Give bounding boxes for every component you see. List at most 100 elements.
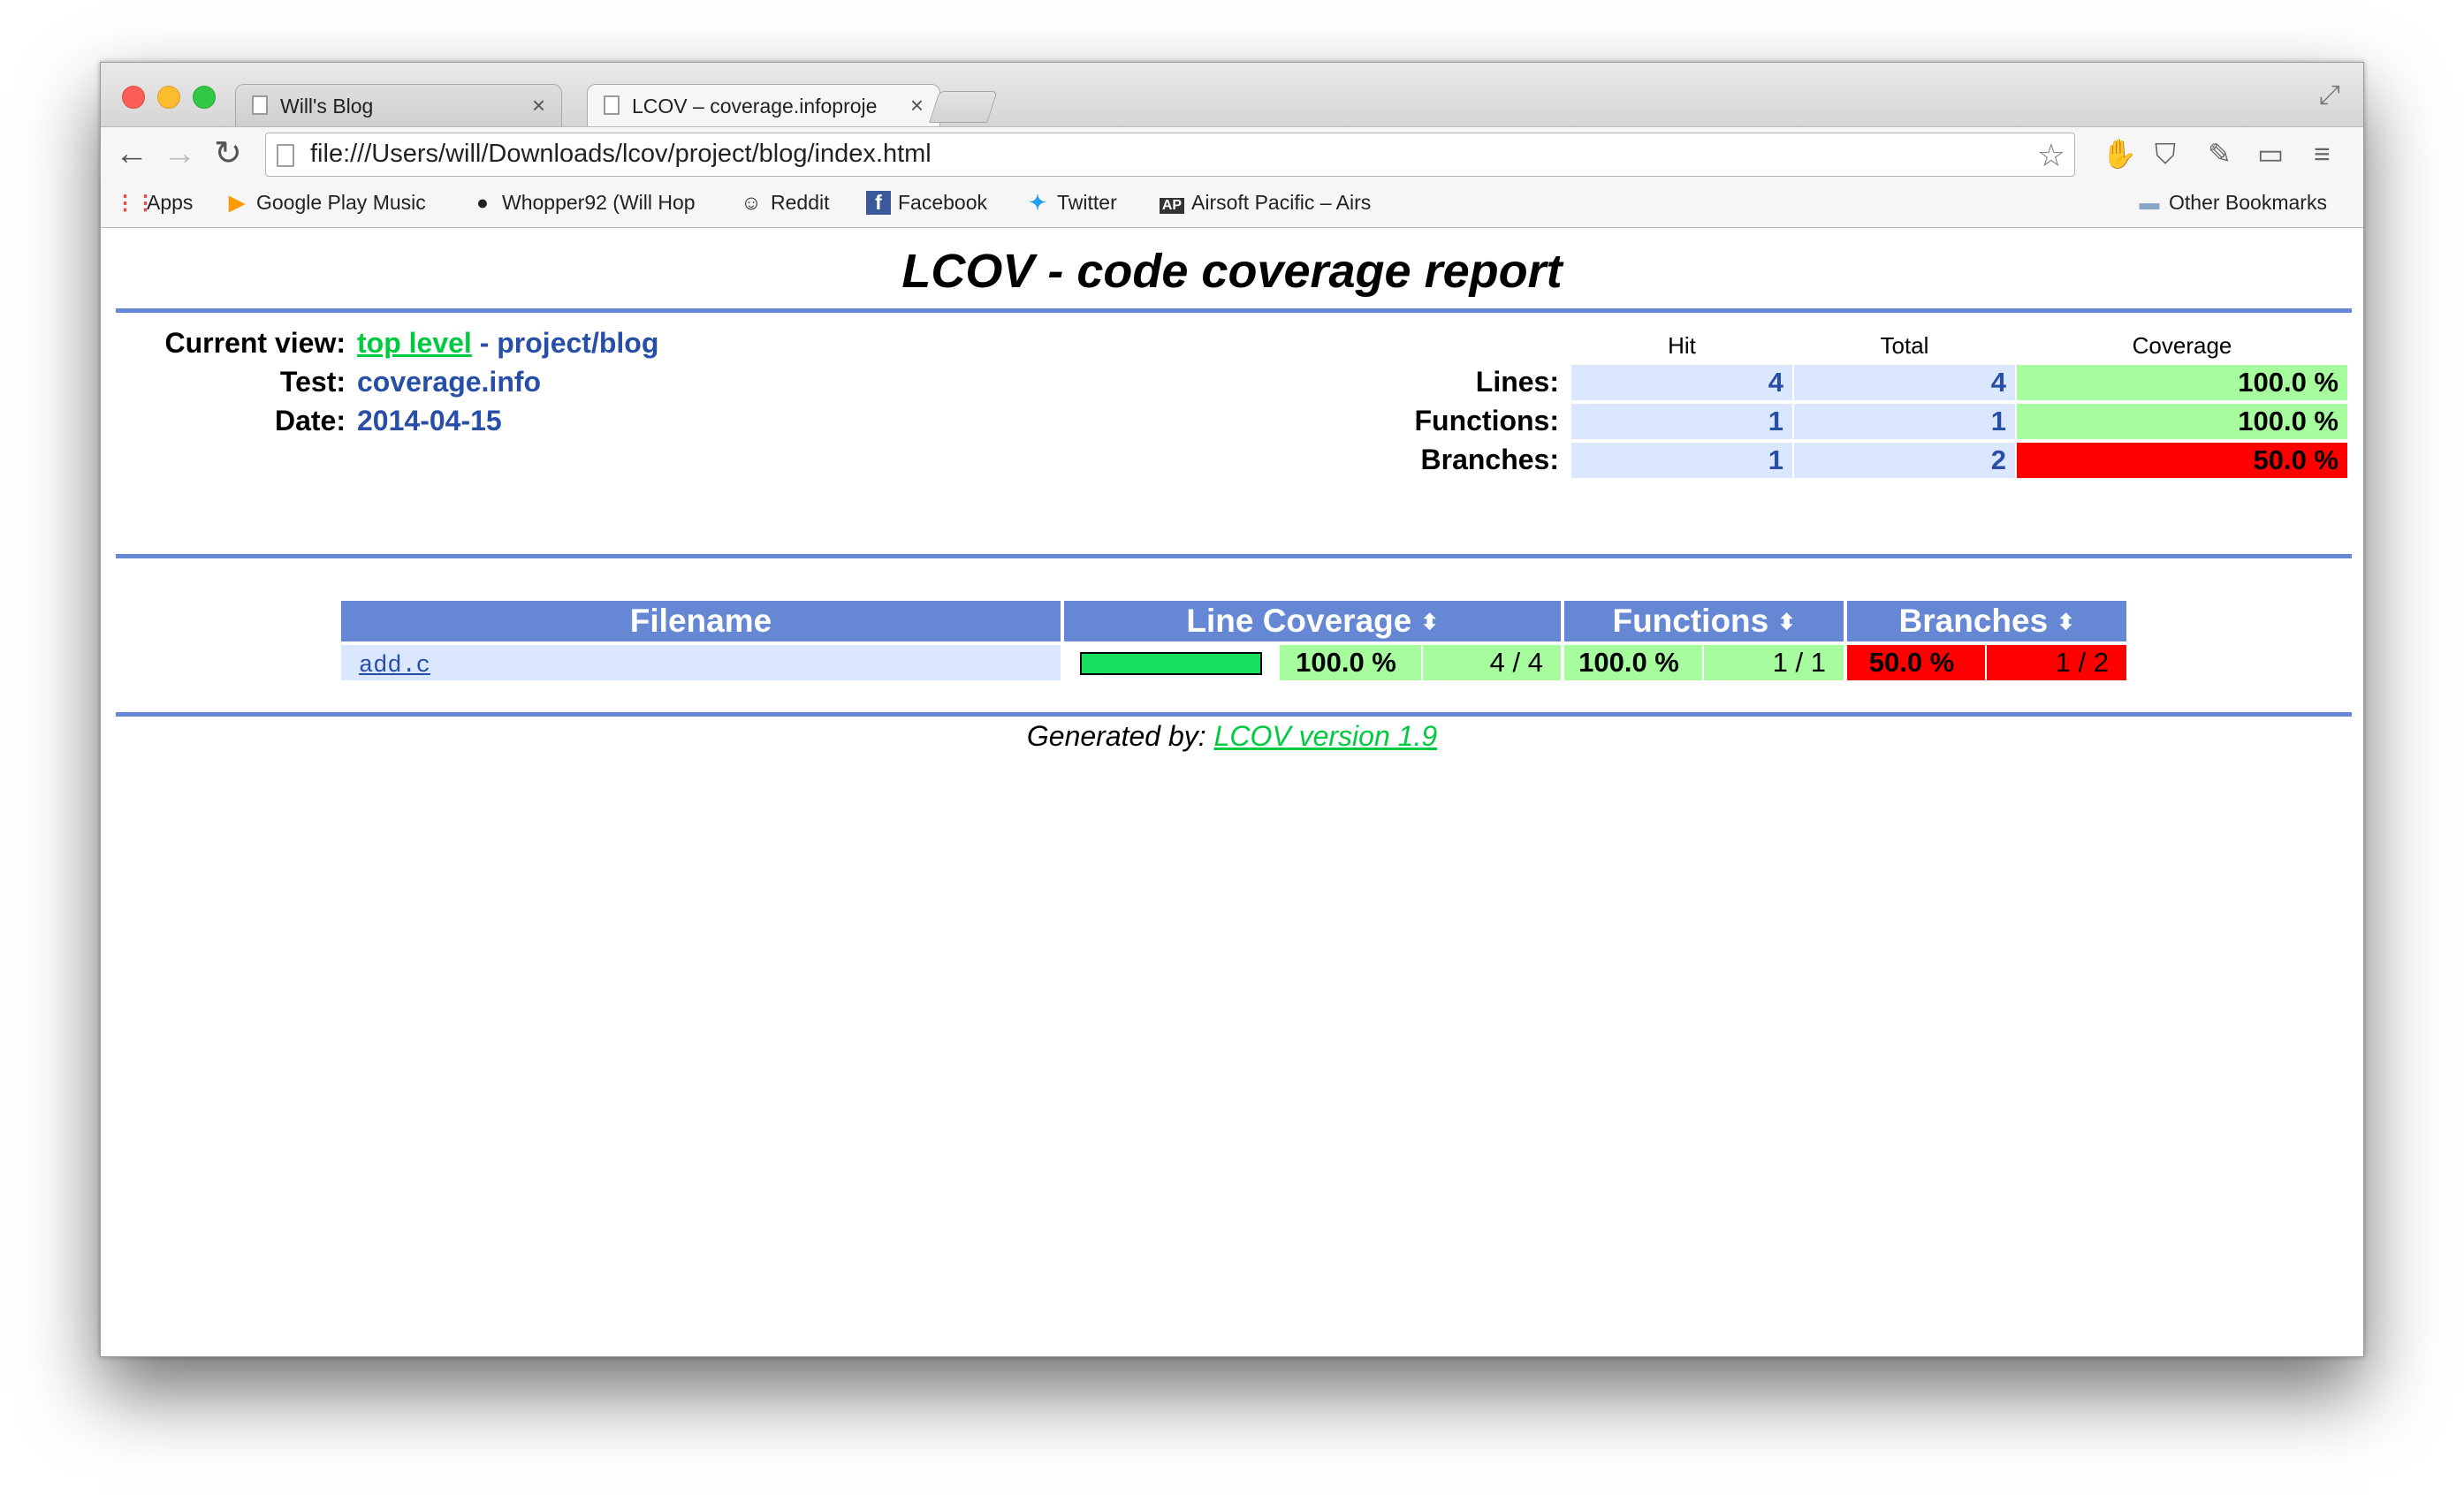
bookmarks-bar: ⋮⋮Apps ▶ Google Play Music ● Whopper92 (Wi… (101, 183, 2363, 228)
bottom-ruler (116, 712, 2352, 717)
functions-label: Functions: (1414, 405, 1559, 436)
branches-header-label: Branches (1898, 603, 2049, 639)
bookmark-twitter[interactable]: ✦ Twitter (1025, 191, 1117, 215)
pocket-icon[interactable]: ⛉ (2155, 138, 2176, 170)
adblock-icon[interactable]: ✋ (2102, 138, 2137, 170)
functions-header[interactable]: Functions ⬍ (1564, 601, 1844, 641)
page-icon (277, 144, 294, 167)
bookmark-google-play-music[interactable]: ▶ Google Play Music (224, 191, 426, 215)
bookmark-facebook[interactable]: f Facebook (866, 191, 987, 215)
functions-total: 1 (1794, 404, 2015, 439)
filename-header: Filename (341, 601, 1061, 641)
bookmark-label: Apps (147, 191, 194, 214)
total-header: Total (1880, 332, 1929, 359)
tab-title: LCOV – coverage.infoproje (632, 95, 878, 118)
bookmark-star-icon[interactable]: ☆ (2037, 137, 2065, 174)
bookmark-reddit[interactable]: ☺ Reddit (739, 191, 829, 215)
browser-toolbar: ← → ↻ file:///Users/will/Downloads/lcov/… (101, 126, 2363, 184)
apps-grid-icon: ⋮⋮ (115, 191, 156, 214)
tab-close-icon[interactable]: × (910, 92, 924, 119)
lcov-version-link[interactable]: LCOV version 1.9 (1214, 720, 1438, 752)
tab-title: Will's Blog (280, 95, 374, 118)
address-bar[interactable]: file:///Users/will/Downloads/lcov/projec… (265, 133, 2075, 177)
window-minimize-button[interactable] (157, 86, 180, 109)
bookmark-apps[interactable]: ⋮⋮Apps (115, 191, 193, 215)
airsoft-icon: AP (1160, 198, 1184, 214)
file-link-add-c[interactable]: add.c (359, 653, 430, 679)
bookmark-label: Google Play Music (256, 191, 426, 214)
bookmark-label: Reddit (771, 191, 830, 214)
middle-ruler (116, 554, 2352, 558)
line-coverage-bar-fill (1082, 654, 1260, 673)
branches-total: 2 (1794, 443, 2015, 478)
evernote-icon[interactable]: ✎ (2208, 138, 2232, 170)
table-row-filename: add.c (341, 645, 1061, 680)
bookmark-label: Twitter (1057, 191, 1117, 214)
test-label: Test: (279, 366, 346, 398)
tab-lcov[interactable]: LCOV – coverage.infoproje × (587, 84, 940, 126)
forward-arrow-icon[interactable]: → (163, 136, 196, 171)
branches-header[interactable]: Branches ⬍ (1847, 601, 2126, 641)
sort-icon[interactable]: ⬍ (1421, 612, 1439, 634)
functions-percent: 100.0 % (1564, 645, 1702, 680)
line-coverage-header[interactable]: Line Coverage ⬍ (1064, 601, 1561, 641)
github-icon: ● (476, 191, 489, 214)
folder-icon: ▬ (2139, 191, 2160, 214)
line-coverage-header-label: Line Coverage (1186, 603, 1412, 639)
line-coverage-percent: 100.0 % (1280, 645, 1421, 680)
fullscreen-icon[interactable]: ⤢ (2319, 80, 2340, 110)
branches-percent: 50.0 % (1847, 645, 1985, 680)
url-text[interactable]: file:///Users/will/Downloads/lcov/projec… (310, 140, 932, 169)
test-value: coverage.info (357, 366, 542, 398)
reload-icon[interactable]: ↻ (214, 136, 242, 171)
tab-wills-blog[interactable]: Will's Blog × (235, 84, 562, 126)
play-icon: ▶ (229, 191, 245, 214)
lines-label: Lines: (1475, 366, 1559, 398)
current-view-value: top level - project/blog (357, 327, 658, 360)
lines-coverage: 100.0 % (2017, 365, 2347, 400)
document-icon (252, 95, 268, 115)
footer-prefix: Generated by: (1026, 720, 1214, 752)
functions-header-label: Functions (1612, 603, 1769, 639)
coverage-header: Coverage (2132, 332, 2232, 359)
path-separator: - (471, 327, 498, 359)
functions-hit: 1 (1571, 404, 1792, 439)
bookmark-label: Other Bookmarks (2169, 191, 2327, 214)
window-close-button[interactable] (122, 86, 145, 109)
hit-header: Hit (1668, 332, 1696, 359)
functions-count: 1 / 1 (1704, 645, 1844, 680)
document-icon (604, 95, 620, 115)
cast-icon[interactable]: ▭ (2257, 138, 2284, 170)
branches-count: 1 / 2 (1987, 645, 2126, 680)
new-tab-button[interactable] (929, 91, 998, 123)
branches-coverage: 50.0 % (2017, 443, 2347, 478)
line-coverage-count: 4 / 4 (1423, 645, 1561, 680)
bookmark-airsoft-pacific[interactable]: AP Airsoft Pacific – Airs (1160, 191, 1398, 215)
sort-icon[interactable]: ⬍ (1778, 612, 1796, 634)
bookmark-label: Airsoft Pacific – Airs (1191, 191, 1372, 214)
footer: Generated by: LCOV version 1.9 (101, 720, 2363, 753)
window-zoom-button[interactable] (193, 86, 216, 109)
date-label: Date: (274, 405, 346, 436)
reddit-icon: ☺ (741, 191, 762, 214)
top-level-link[interactable]: top level (357, 327, 472, 359)
functions-coverage: 100.0 % (2017, 404, 2347, 439)
current-path: project/blog (497, 327, 659, 359)
branches-hit: 1 (1571, 443, 1792, 478)
bookmark-label: Facebook (898, 191, 988, 214)
title-bar: Will's Blog × LCOV – coverage.infoproje … (101, 63, 2363, 126)
lines-hit: 4 (1571, 365, 1792, 400)
page-content: LCOV - code coverage report Current view… (101, 228, 2363, 1356)
back-arrow-icon[interactable]: ← (115, 136, 148, 171)
page-title: LCOV - code coverage report (901, 245, 1563, 298)
twitter-icon: ✦ (1029, 191, 1046, 214)
bookmark-other-bookmarks[interactable]: ▬ Other Bookmarks (2137, 191, 2327, 215)
sort-icon[interactable]: ⬍ (2057, 612, 2074, 634)
browser-window: Will's Blog × LCOV – coverage.infoproje … (100, 62, 2364, 1357)
lines-total: 4 (1794, 365, 2015, 400)
menu-icon[interactable]: ≡ (2314, 138, 2331, 170)
facebook-icon: f (866, 191, 891, 215)
tab-close-icon[interactable]: × (532, 92, 545, 119)
bookmark-label: Whopper92 (Will Hop (502, 191, 696, 214)
line-coverage-bar (1080, 652, 1262, 675)
